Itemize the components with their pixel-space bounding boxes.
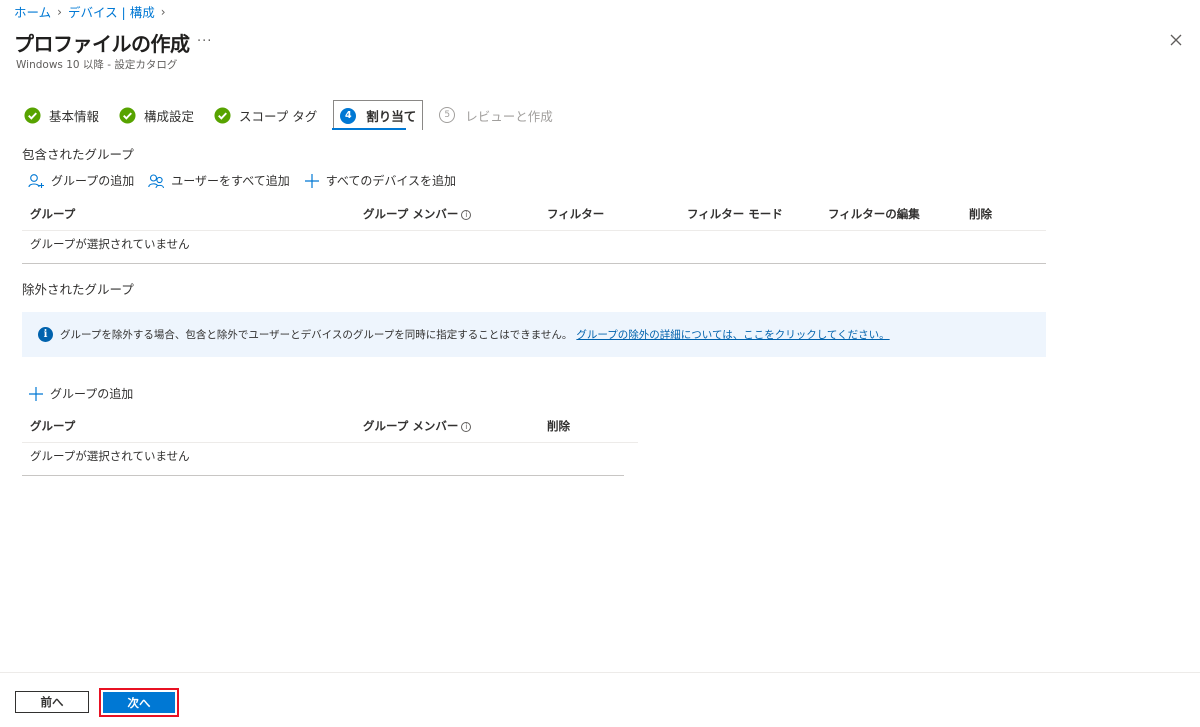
next-button-highlight: 次へ xyxy=(99,688,179,717)
chevron-right-icon: › xyxy=(160,4,166,19)
excluded-empty-message: グループが選択されていません xyxy=(30,449,190,463)
chevron-right-icon: › xyxy=(57,4,62,19)
add-group-button[interactable]: グループの追加 xyxy=(28,172,134,189)
more-options-icon[interactable]: ··· xyxy=(197,34,212,49)
col-header-group: グループ xyxy=(30,207,76,221)
col-header-label: グループ メンバー xyxy=(363,419,459,433)
step-label: 構成設定 xyxy=(144,108,195,124)
col-header-group-members: グループ メンバー i xyxy=(363,206,472,222)
check-circle-icon xyxy=(214,106,231,124)
plus-icon xyxy=(29,386,43,401)
included-groups-title: 包含されたグループ xyxy=(22,147,134,162)
step-scope-tags[interactable]: スコープ タグ xyxy=(210,100,321,130)
col-header-filter-edit: フィルターの編集 xyxy=(828,207,920,221)
close-icon[interactable] xyxy=(1166,30,1186,50)
table-header-divider xyxy=(22,230,1046,231)
table-header-divider xyxy=(22,442,638,443)
table-bottom-divider xyxy=(22,475,624,476)
step-label: 基本情報 xyxy=(49,108,100,124)
add-all-devices-label: すべてのデバイスを追加 xyxy=(325,174,457,188)
check-circle-icon xyxy=(24,106,41,124)
add-group-label: グループの追加 xyxy=(51,174,135,188)
breadcrumb-home-link[interactable]: ホーム xyxy=(14,2,51,21)
active-step-underline xyxy=(332,128,406,130)
info-text: グループを除外する場合、包含と除外でユーザーとデバイスのグループを同時に指定する… xyxy=(60,329,573,341)
previous-button[interactable]: 前へ xyxy=(15,691,89,713)
info-icon[interactable]: i xyxy=(461,421,472,432)
next-button[interactable]: 次へ xyxy=(103,692,175,713)
wizard-steps: 基本情報 構成設定 スコープ タグ 4 割り当て 5 レビューと作成 xyxy=(20,100,569,130)
exclusion-info-bar: i グループを除外する場合、包含と除外でユーザーとデバイスのグループを同時に指定… xyxy=(22,312,1046,357)
info-icon[interactable]: i xyxy=(461,209,472,220)
page-subtitle: Windows 10 以降 - 設定カタログ xyxy=(16,59,178,71)
excluded-command-bar: グループの追加 xyxy=(28,385,147,402)
col-header-delete: 削除 xyxy=(969,207,992,221)
add-excluded-group-button[interactable]: グループの追加 xyxy=(28,385,133,402)
step-label: 割り当て xyxy=(366,109,417,124)
add-group-label: グループの追加 xyxy=(50,387,134,401)
step-label: レビューと作成 xyxy=(465,108,553,124)
footer-divider xyxy=(0,672,1200,673)
add-all-users-button[interactable]: ユーザーをすべて追加 xyxy=(148,172,290,189)
col-header-delete: 削除 xyxy=(547,419,570,433)
col-header-group: グループ xyxy=(30,419,76,433)
plus-icon xyxy=(304,173,319,188)
people-icon xyxy=(148,173,165,188)
table-bottom-divider xyxy=(22,263,1046,264)
step-label: スコープ タグ xyxy=(239,108,318,124)
add-person-icon xyxy=(28,173,44,188)
add-all-devices-button[interactable]: すべてのデバイスを追加 xyxy=(304,172,456,189)
exclusion-details-link[interactable]: グループの除外の詳細については、ここをクリックしてください。 xyxy=(576,327,889,342)
col-header-filter-mode: フィルター モード xyxy=(687,207,783,221)
breadcrumb: ホーム › デバイス | 構成 › xyxy=(14,2,166,21)
excluded-groups-title: 除外されたグループ xyxy=(22,282,134,297)
included-command-bar: グループの追加 ユーザーをすべて追加 すべてのデバイスを追加 xyxy=(28,172,470,189)
page-title: プロファイルの作成 xyxy=(14,32,190,56)
included-empty-message: グループが選択されていません xyxy=(30,237,190,251)
step-configuration[interactable]: 構成設定 xyxy=(115,100,198,130)
step-review-create: 5 レビューと作成 xyxy=(435,100,557,130)
col-header-filter: フィルター xyxy=(547,207,605,221)
step-number-badge: 4 xyxy=(340,107,357,124)
breadcrumb-devices-link[interactable]: デバイス | 構成 xyxy=(68,2,155,21)
add-all-users-label: ユーザーをすべて追加 xyxy=(171,174,290,188)
col-header-group-members: グループ メンバー i xyxy=(363,418,472,434)
check-circle-icon xyxy=(119,106,136,124)
step-basics[interactable]: 基本情報 xyxy=(20,100,103,130)
step-assignments[interactable]: 4 割り当て xyxy=(333,100,424,130)
step-number-badge: 5 xyxy=(439,107,456,123)
col-header-label: グループ メンバー xyxy=(363,207,459,221)
info-icon: i xyxy=(38,327,53,342)
